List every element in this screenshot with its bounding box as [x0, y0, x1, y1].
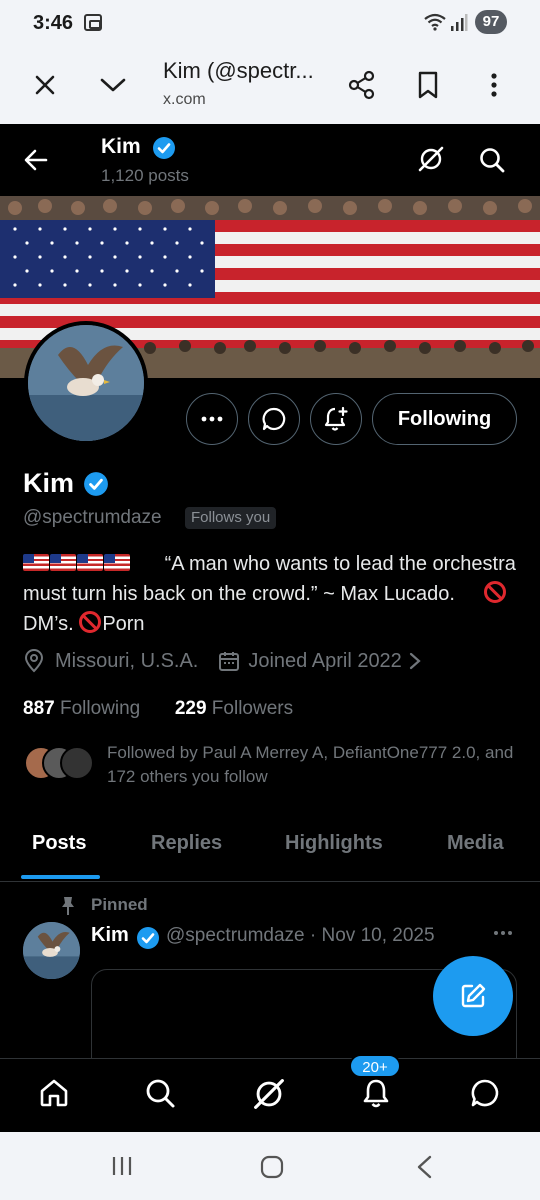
bio-dms: DM’s. — [23, 613, 74, 635]
battery-indicator: 97 — [475, 10, 507, 34]
location-pin-icon — [24, 649, 44, 673]
following-count-link[interactable]: 887 Following — [23, 698, 140, 719]
browser-toolbar: Kim (@spectr... x.com — [0, 46, 540, 124]
back-arrow-icon[interactable] — [22, 146, 50, 174]
verified-badge-icon[interactable] — [83, 471, 109, 497]
message-button[interactable] — [248, 393, 300, 445]
prohibited-icon — [79, 611, 102, 633]
notify-button[interactable] — [310, 393, 362, 445]
signal-icon — [451, 14, 468, 31]
profile-handle: @spectrumdaze — [23, 507, 162, 528]
messages-icon[interactable] — [469, 1077, 501, 1109]
compose-button[interactable] — [433, 956, 513, 1036]
follows-you-badge: Follows you — [185, 507, 277, 529]
notifications-bell-icon[interactable] — [360, 1077, 392, 1109]
profile-avatar[interactable] — [24, 321, 148, 445]
explore-search-icon[interactable] — [144, 1077, 176, 1109]
more-horizontal-icon — [201, 416, 223, 422]
profile-joined[interactable]: Joined April 2022 — [248, 650, 401, 673]
home-icon[interactable] — [38, 1077, 70, 1109]
status-bar: 3:46 97 — [0, 0, 540, 46]
followed-by-text[interactable]: Followed by Paul A Merrey A, DefiantOne7… — [107, 741, 527, 789]
profile-bio: “A man who wants to lead the orchestra m… — [23, 549, 523, 639]
grok-icon[interactable] — [252, 1077, 286, 1111]
more-vertical-icon[interactable] — [482, 46, 506, 124]
notification-count-badge: 20+ — [349, 1054, 401, 1078]
us-flag-icon — [77, 554, 103, 571]
tab-replies[interactable]: Replies — [151, 832, 222, 855]
us-flag-icon — [50, 554, 76, 571]
status-time: 3:46 — [33, 12, 74, 34]
profile-tabs: Posts Replies Highlights Media — [0, 820, 540, 882]
grok-icon[interactable] — [417, 145, 445, 173]
page-url: x.com — [163, 91, 206, 108]
chevron-down-icon[interactable] — [96, 46, 130, 124]
profile-name: Kim — [23, 468, 75, 498]
followed-by-avatars[interactable] — [24, 746, 94, 780]
followers-count-link[interactable]: 229 Followers — [175, 698, 293, 719]
profile-header: Kim 1,120 posts — [0, 124, 540, 196]
verified-badge-icon — [153, 137, 175, 159]
more-options-button[interactable] — [186, 393, 238, 445]
bell-plus-icon — [324, 406, 348, 431]
more-horizontal-icon[interactable] — [492, 922, 514, 944]
profile-page: Kim 1,120 posts Following Kim @spectrumd… — [0, 124, 540, 1132]
chat-bubble-icon — [262, 407, 286, 431]
pin-icon — [62, 897, 74, 915]
close-icon[interactable] — [28, 46, 62, 124]
bio-porn: Porn — [102, 613, 145, 635]
profile-location: Missouri, U.S.A. — [55, 649, 199, 672]
page-title: Kim (@spectr... — [163, 58, 314, 83]
wifi-icon — [424, 13, 446, 31]
share-icon[interactable] — [344, 46, 380, 124]
home-button-icon[interactable] — [259, 1154, 285, 1180]
header-post-count: 1,120 posts — [101, 166, 189, 185]
chevron-right-icon[interactable] — [408, 651, 422, 671]
active-tab-indicator — [21, 875, 100, 879]
pinned-label: Pinned — [91, 895, 148, 914]
post-author-name[interactable]: Kim — [91, 924, 129, 947]
search-icon[interactable] — [478, 146, 506, 174]
follow-counts: 887 Following 229 Followers — [23, 698, 293, 720]
profile-meta: Missouri, U.S.A. Joined April 2022 — [23, 649, 422, 673]
verified-badge-icon — [137, 927, 159, 949]
prohibited-icon — [484, 581, 507, 603]
header-name: Kim — [101, 135, 141, 158]
post-meta: @spectrumdaze · Nov 10, 2025 — [166, 925, 435, 946]
tab-media[interactable]: Media — [447, 832, 504, 855]
following-button[interactable]: Following — [372, 393, 517, 445]
avatar — [60, 746, 94, 780]
compose-icon — [461, 983, 486, 1008]
recent-apps-icon[interactable] — [110, 1154, 134, 1178]
system-navigation-bar — [0, 1132, 540, 1200]
bookmark-icon[interactable] — [412, 46, 444, 124]
bottom-navigation: 20+ — [0, 1054, 540, 1132]
screenshot-icon — [84, 14, 102, 31]
tab-posts[interactable]: Posts — [32, 832, 86, 855]
calendar-icon — [219, 652, 240, 671]
us-flag-icon — [23, 554, 49, 571]
back-button-icon[interactable] — [414, 1154, 434, 1180]
us-flag-icon — [104, 554, 130, 571]
tab-highlights[interactable]: Highlights — [285, 832, 383, 855]
post-avatar[interactable] — [23, 922, 80, 979]
